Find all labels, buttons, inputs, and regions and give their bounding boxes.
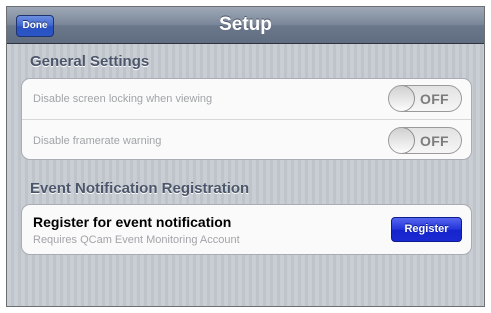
event-notification-group: Register for event notification Requires… [21,204,472,255]
section-header-event-notification: Event Notification Registration [30,180,250,197]
toggle-knob [389,86,415,111]
navigation-bar: Done Setup [7,7,484,44]
register-button[interactable]: Register [391,217,462,242]
screen-locking-toggle[interactable]: OFF [388,85,462,112]
framerate-warning-toggle[interactable]: OFF [388,127,462,154]
setting-label-screen-locking: Disable screen locking when viewing [33,93,213,105]
general-settings-group: Disable screen locking when viewing OFF … [21,78,472,160]
page-title: Setup [219,14,272,35]
register-subtitle: Requires QCam Event Monitoring Account [33,234,240,246]
toggle-knob [389,128,415,153]
setting-label-framerate-warning: Disable framerate warning [33,135,162,147]
setting-row-framerate-warning: Disable framerate warning OFF [22,120,471,159]
register-row: Register for event notification Requires… [22,205,471,254]
setting-row-screen-locking: Disable screen locking when viewing OFF [22,79,471,120]
toggle-state-label: OFF [420,133,449,149]
register-title: Register for event notification [33,214,232,230]
setup-screen: Done Setup General Settings Disable scre… [6,6,485,307]
toggle-state-label: OFF [420,91,449,107]
section-header-general-settings: General Settings [30,53,150,70]
